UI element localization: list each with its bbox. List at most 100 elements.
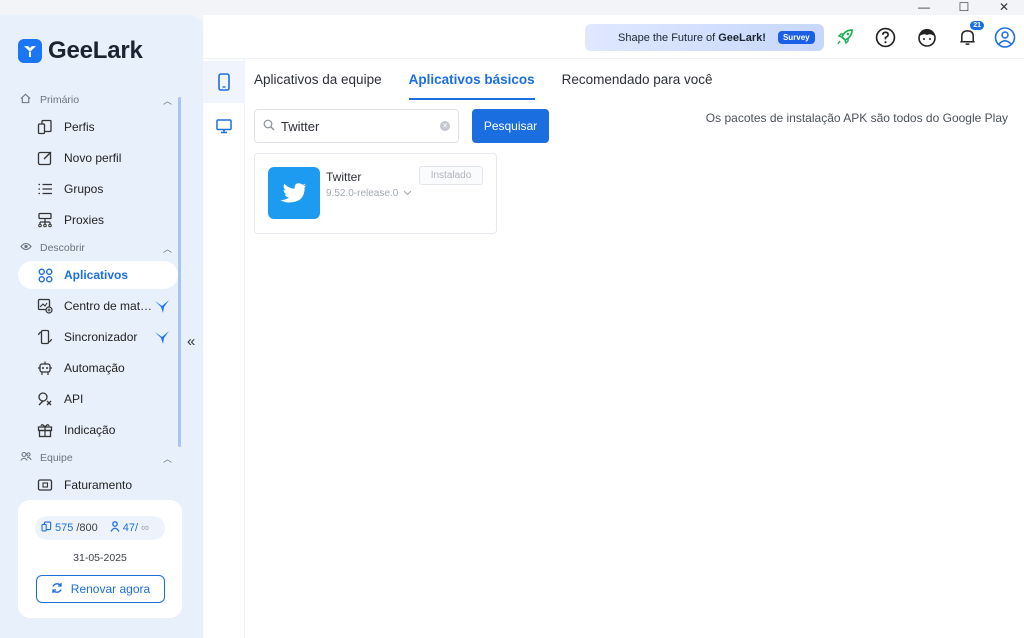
- promo-text: Shape the Future of: [618, 31, 716, 44]
- sidebar-item-faturamento[interactable]: Faturamento: [18, 471, 178, 499]
- profiles-used: 575: [55, 522, 74, 534]
- refresh-icon: [51, 582, 63, 597]
- desktop-tab-icon[interactable]: [203, 105, 245, 147]
- clear-search-icon[interactable]: ✕: [440, 121, 450, 131]
- twitter-logo-icon: [268, 167, 320, 219]
- sidebar-item-label: Proxies: [64, 213, 105, 227]
- section-descobrir[interactable]: Descobrir ︿: [0, 238, 184, 258]
- eye-icon: [20, 241, 34, 255]
- profiles-total: /800: [76, 522, 98, 534]
- renew-button[interactable]: Renovar agora: [36, 575, 165, 603]
- members-used: 47/: [122, 522, 139, 534]
- phone-tab-icon[interactable]: [203, 61, 245, 103]
- sidebar-item-indicacao[interactable]: Indicação: [18, 416, 178, 444]
- section-label: Descobrir: [40, 242, 85, 254]
- sidebar-item-automacao[interactable]: Automação: [18, 354, 178, 382]
- google-play-note: Os pacotes de instalação APK são todos d…: [705, 111, 1008, 125]
- api-icon: [36, 390, 54, 408]
- sidebar-item-api[interactable]: API: [18, 385, 178, 413]
- installed-status-button: Instalado: [419, 166, 483, 185]
- close-button[interactable]: ✕: [984, 0, 1024, 16]
- plan-card: 575/800 47/∞ 31-05-2025 Renovar agora: [18, 500, 182, 618]
- rocket-icon[interactable]: [834, 26, 856, 48]
- brand-name: GeeLark: [48, 37, 143, 64]
- sidebar-item-label: Aplicativos: [64, 268, 129, 282]
- tab-aplicativos-da-equipe[interactable]: Aplicativos da equipe: [254, 72, 382, 100]
- bird-badge-icon: [154, 329, 170, 348]
- maximize-button[interactable]: ☐: [944, 0, 984, 16]
- chevron-down-icon: [403, 188, 412, 199]
- sidebar-item-label: Sincronizador: [64, 330, 138, 344]
- apps-grid-icon: [36, 266, 54, 284]
- tab-recomendado-para-voce[interactable]: Recomendado para você: [562, 72, 713, 100]
- sidebar-item-novo-perfil[interactable]: Novo perfil: [18, 144, 178, 172]
- profiles-quota-icon: [41, 521, 52, 535]
- sidebar-scrollbar[interactable]: [178, 97, 181, 447]
- sidebar-item-proxies[interactable]: Proxies: [18, 206, 178, 234]
- search-input[interactable]: [281, 118, 431, 134]
- edit-icon: [36, 149, 54, 167]
- sidebar-item-centro-de-materiais[interactable]: Centro de mat…: [18, 292, 178, 320]
- app-tabs: Aplicativos da equipe Aplicativos básico…: [254, 72, 713, 100]
- sync-icon: [36, 328, 54, 346]
- sidebar-nav: Primário ︿ Perfis Novo perfil Grupos Pro…: [0, 86, 184, 499]
- minimize-button[interactable]: —: [904, 0, 944, 16]
- notification-count: 21: [970, 21, 984, 30]
- window-controls: — ☐ ✕: [904, 0, 1024, 16]
- members-total: ∞: [141, 522, 149, 534]
- home-icon: [20, 93, 34, 107]
- sidebar-item-perfis[interactable]: Perfis: [18, 113, 178, 141]
- chevron-up-icon[interactable]: ︿: [163, 452, 172, 465]
- user-avatar-icon[interactable]: [994, 26, 1016, 48]
- section-label: Equipe: [40, 452, 73, 464]
- top-bar: Shape the Future of GeeLark! Survey 21: [203, 15, 1024, 59]
- section-equipe[interactable]: Equipe ︿: [0, 448, 184, 468]
- sidebar-item-label: Novo perfil: [64, 151, 122, 165]
- gift-icon: [36, 421, 54, 439]
- sidebar-item-sincronizador[interactable]: Sincronizador: [18, 323, 178, 351]
- section-primario[interactable]: Primário ︿: [0, 90, 184, 110]
- app-card[interactable]: Twitter 9.52.0-release.0 Instalado: [254, 153, 497, 234]
- chevron-up-icon[interactable]: ︿: [163, 242, 172, 255]
- tab-aplicativos-basicos[interactable]: Aplicativos básicos: [408, 72, 535, 100]
- sidebar-item-grupos[interactable]: Grupos: [18, 175, 178, 203]
- plan-expiry-date: 31-05-2025: [73, 552, 127, 564]
- quota-badge: 575/800 47/∞: [35, 516, 165, 540]
- team-icon: [20, 451, 34, 465]
- sidebar-item-label: Centro de mat…: [64, 299, 153, 313]
- collapse-sidebar-icon[interactable]: «: [187, 333, 195, 350]
- promo-brand: GeeLark!: [718, 31, 766, 44]
- version-selector[interactable]: 9.52.0-release.0: [326, 188, 412, 199]
- logo[interactable]: GeeLark: [18, 37, 143, 65]
- sidebar: GeeLark Primário ︿ Perfis Novo perfil Gr…: [0, 15, 203, 638]
- support-face-icon[interactable]: [916, 26, 938, 48]
- bell-icon[interactable]: 21: [956, 21, 984, 48]
- bird-badge-icon: [154, 298, 170, 317]
- geelark-logo-icon: [18, 39, 42, 63]
- search-icon: [263, 119, 275, 134]
- wallet-icon: [36, 476, 54, 494]
- members-quota-icon: [110, 521, 120, 535]
- network-icon: [36, 211, 54, 229]
- search-box: ✕: [254, 109, 459, 143]
- device-rail: [203, 59, 245, 638]
- survey-promo-banner[interactable]: Shape the Future of GeeLark! Survey: [585, 24, 824, 51]
- app-version: 9.52.0-release.0: [326, 188, 399, 199]
- profiles-icon: [36, 118, 54, 136]
- sidebar-item-label: Indicação: [64, 423, 116, 437]
- sidebar-item-label: Grupos: [64, 182, 104, 196]
- sidebar-item-aplicativos[interactable]: Aplicativos: [18, 261, 178, 289]
- main-panel: Aplicativos da equipe Aplicativos básico…: [203, 59, 1024, 638]
- search-button[interactable]: Pesquisar: [472, 109, 549, 143]
- sidebar-item-label: Automação: [64, 361, 125, 375]
- materials-icon: [36, 297, 54, 315]
- survey-button[interactable]: Survey: [777, 31, 815, 44]
- list-icon: [36, 180, 54, 198]
- section-label: Primário: [40, 94, 80, 106]
- sidebar-item-label: Perfis: [64, 120, 95, 134]
- sidebar-item-label: API: [64, 392, 84, 406]
- sidebar-item-label: Faturamento: [64, 478, 133, 492]
- help-icon[interactable]: [874, 26, 896, 48]
- chevron-up-icon[interactable]: ︿: [163, 94, 172, 107]
- renew-label: Renovar agora: [70, 582, 151, 596]
